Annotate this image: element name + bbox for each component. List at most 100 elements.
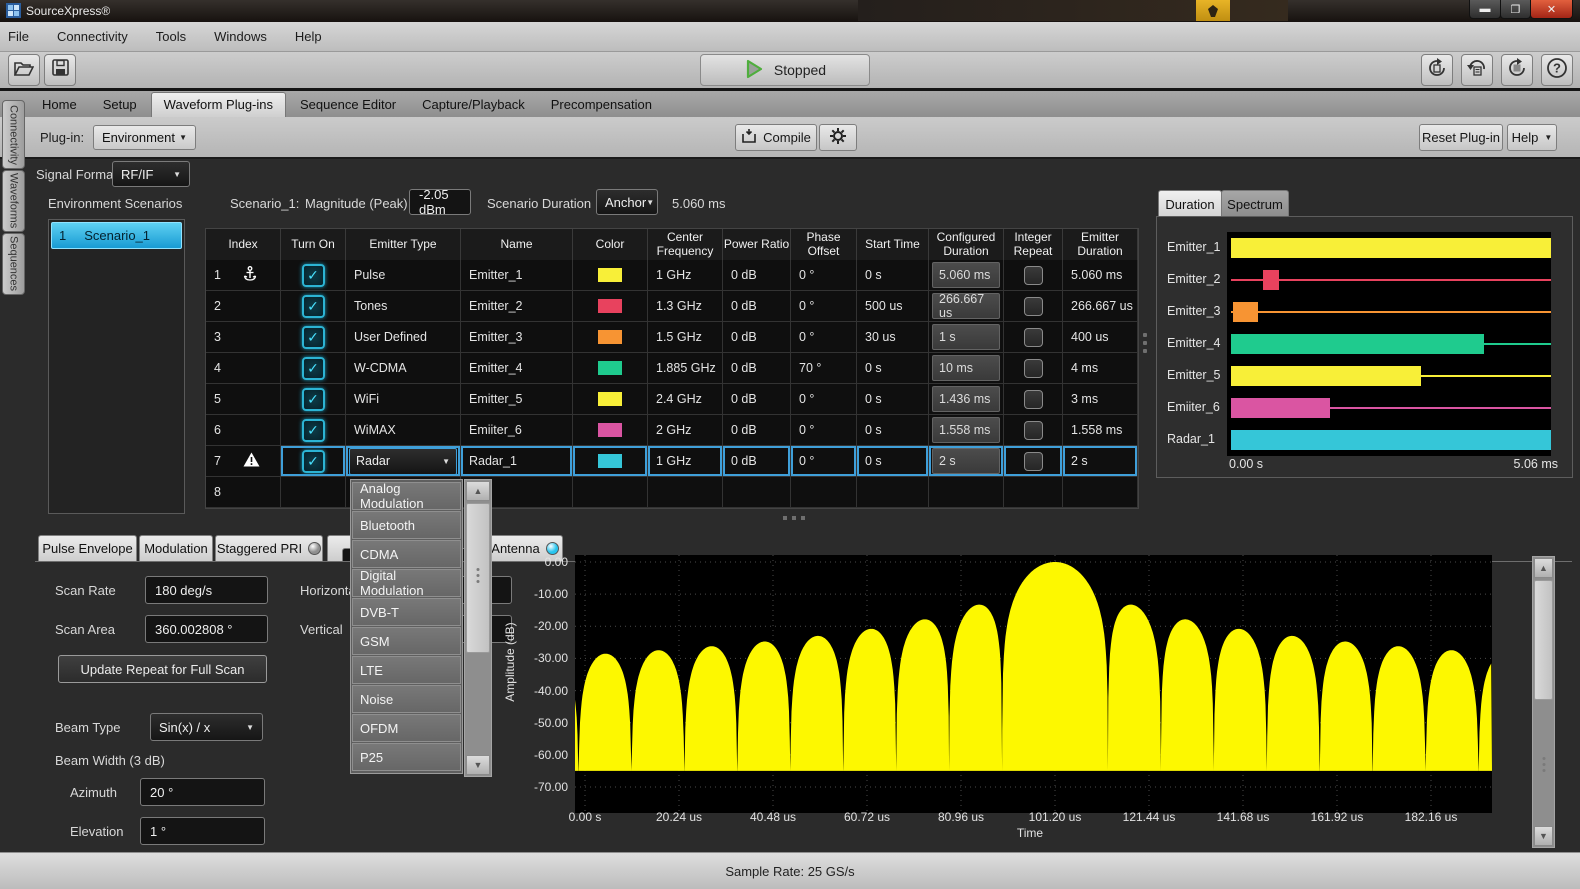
elevation-input[interactable]: 1 ° (140, 817, 265, 845)
cell-integer-repeat[interactable] (1004, 384, 1063, 415)
cell-color[interactable] (573, 291, 648, 322)
cell-name[interactable]: Emiiter_6 (461, 415, 573, 446)
cell-emitter-duration[interactable]: 4 ms (1063, 353, 1138, 384)
cell-center-frequency[interactable]: 1.5 GHz (648, 322, 723, 353)
refresh-button[interactable] (1501, 54, 1533, 86)
plugin-help-button[interactable]: Help▼ (1507, 124, 1557, 151)
cell-integer-repeat[interactable] (1004, 291, 1063, 322)
help-button[interactable]: ? (1541, 54, 1573, 86)
tab-duration[interactable]: Duration (1158, 190, 1222, 218)
cell-configured-duration[interactable]: 2 s (929, 446, 1004, 477)
integer-repeat-checkbox[interactable] (1024, 328, 1043, 347)
plugin-select[interactable]: Environment▼ (93, 125, 196, 150)
tab-staggered-pri[interactable]: Staggered PRI (215, 535, 323, 561)
configured-duration-box[interactable]: 10 ms (932, 355, 1000, 381)
cell-power-ratio[interactable] (723, 477, 791, 508)
cell-color[interactable] (573, 384, 648, 415)
cell-start-time[interactable]: 500 us (857, 291, 929, 322)
cell-name[interactable]: Emitter_2 (461, 291, 573, 322)
cell-power-ratio[interactable]: 0 dB (723, 260, 791, 291)
cell-phase-offset[interactable]: 0 ° (791, 291, 857, 322)
cell-power-ratio[interactable]: 0 dB (723, 446, 791, 477)
integer-repeat-checkbox[interactable] (1024, 359, 1043, 378)
cell-emitter-type[interactable]: WiFi (346, 384, 461, 415)
cell-power-ratio[interactable]: 0 dB (723, 353, 791, 384)
cell-emitter-duration[interactable]: 266.667 us (1063, 291, 1138, 322)
cell-emitter-type[interactable]: Pulse (346, 260, 461, 291)
emitter-type-select[interactable]: Radar▼ (349, 448, 457, 475)
cell-start-time[interactable]: 0 s (857, 446, 929, 477)
cell-turn-on[interactable]: ✓ (281, 415, 346, 446)
tab-home[interactable]: Home (30, 93, 89, 117)
cell-integer-repeat[interactable] (1004, 446, 1063, 477)
scenario-list[interactable]: 1 Scenario_1 (48, 219, 185, 514)
cell-phase-offset[interactable]: 0 ° (791, 384, 857, 415)
integer-repeat-checkbox[interactable] (1024, 452, 1043, 471)
cell-turn-on[interactable]: ✓ (281, 291, 346, 322)
cell-center-frequency[interactable] (648, 477, 723, 508)
turn-on-checkbox[interactable]: ✓ (302, 326, 325, 349)
save-button[interactable] (44, 54, 76, 86)
cell-emitter-duration[interactable]: 400 us (1063, 322, 1138, 353)
cell-color[interactable] (573, 260, 648, 291)
color-swatch[interactable] (598, 299, 622, 313)
cell-phase-offset[interactable]: 70 ° (791, 353, 857, 384)
menu-help[interactable]: Help (295, 29, 322, 44)
cell-integer-repeat[interactable] (1004, 353, 1063, 384)
cell-configured-duration[interactable]: 5.060 ms (929, 260, 1004, 291)
cell-start-time[interactable]: 0 s (857, 384, 929, 415)
configured-duration-box[interactable]: 266.667 us (932, 293, 1000, 319)
cell-emitter-duration[interactable]: 5.060 ms (1063, 260, 1138, 291)
cell-center-frequency[interactable]: 1.885 GHz (648, 353, 723, 384)
scroll-down-icon[interactable]: ▼ (1534, 826, 1553, 846)
color-swatch[interactable] (598, 268, 622, 282)
dropdown-scrollbar[interactable]: ▲ ▼ (464, 479, 492, 777)
cell-configured-duration[interactable]: 266.667 us (929, 291, 1004, 322)
cell-emitter-type[interactable]: Tones (346, 291, 461, 322)
turn-on-checkbox[interactable]: ✓ (302, 357, 325, 380)
cell-emitter-type[interactable]: User Defined (346, 322, 461, 353)
dropdown-option[interactable]: CDMA (352, 540, 461, 568)
scroll-down-icon[interactable]: ▼ (466, 755, 490, 775)
open-file-button[interactable] (8, 54, 40, 86)
side-tab-connectivity[interactable]: Connectivity (2, 100, 25, 169)
side-tab-waveforms[interactable]: Waveforms (2, 170, 25, 232)
turn-on-checkbox[interactable]: ✓ (302, 419, 325, 442)
cell-integer-repeat[interactable] (1004, 260, 1063, 291)
cell-turn-on[interactable]: ✓ (281, 322, 346, 353)
cell-configured-duration[interactable]: 10 ms (929, 353, 1004, 384)
tab-precompensation[interactable]: Precompensation (539, 93, 664, 117)
configured-duration-box[interactable]: 1.558 ms (932, 417, 1000, 443)
cell-phase-offset[interactable] (791, 477, 857, 508)
maximize-button[interactable]: ❐ (1500, 0, 1531, 19)
cell-turn-on[interactable]: ✓ (281, 353, 346, 384)
integer-repeat-checkbox[interactable] (1024, 421, 1043, 440)
dropdown-option[interactable]: DVB-T (352, 598, 461, 626)
cell-phase-offset[interactable]: 0 ° (791, 260, 857, 291)
update-repeat-button[interactable]: Update Repeat for Full Scan (58, 655, 267, 683)
cell-integer-repeat[interactable] (1004, 477, 1063, 508)
cell-turn-on[interactable]: ✓ (281, 260, 346, 291)
scan-rate-input[interactable]: 180 deg/s (145, 576, 268, 604)
color-swatch[interactable] (598, 454, 622, 468)
cell-integer-repeat[interactable] (1004, 322, 1063, 353)
compile-settings-button[interactable] (819, 124, 857, 151)
reset-plugin-button[interactable]: Reset Plug-in (1419, 124, 1503, 151)
cell-color[interactable] (573, 446, 648, 477)
plot-scrollbar[interactable]: ▲ ▼ (1532, 556, 1555, 848)
cell-name[interactable]: Emitter_4 (461, 353, 573, 384)
configured-duration-box[interactable]: 1.436 ms (932, 386, 1000, 412)
cell-power-ratio[interactable]: 0 dB (723, 322, 791, 353)
dropdown-option[interactable]: OFDM (352, 714, 461, 742)
tab-waveform-plug-ins[interactable]: Waveform Plug-ins (151, 92, 286, 117)
menu-file[interactable]: File (8, 29, 29, 44)
cell-emitter-type[interactable]: W-CDMA (346, 353, 461, 384)
tab-setup[interactable]: Setup (91, 93, 149, 117)
scroll-up-icon[interactable]: ▲ (466, 481, 490, 501)
cell-name[interactable]: Emitter_3 (461, 322, 573, 353)
color-swatch[interactable] (598, 330, 622, 344)
cell-turn-on[interactable] (281, 477, 346, 508)
cell-emitter-duration[interactable]: 3 ms (1063, 384, 1138, 415)
cell-color[interactable] (573, 322, 648, 353)
cell-name[interactable]: Radar_1 (461, 446, 573, 477)
